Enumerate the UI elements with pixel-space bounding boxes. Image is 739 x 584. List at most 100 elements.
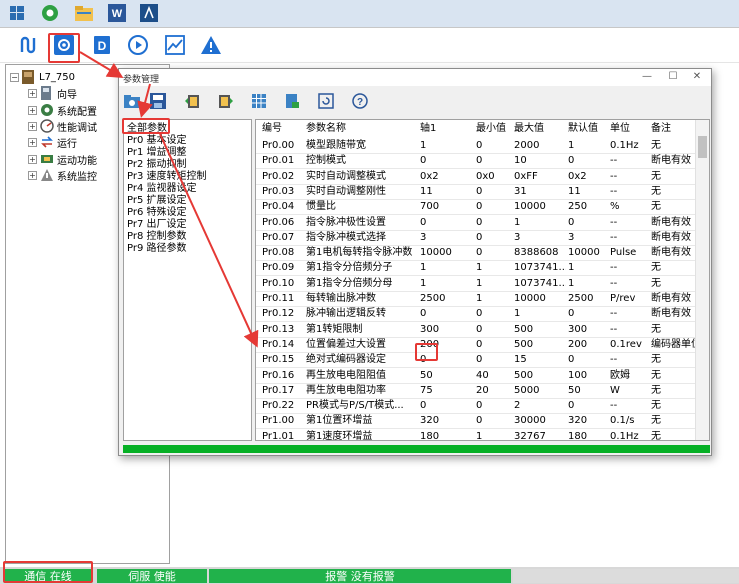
column-header[interactable]: 备注 [651,121,671,137]
group-item-pr6[interactable]: Pr6 特殊设定 [127,207,187,219]
table-cell: 0.1/s [610,415,635,427]
axis1-value-cell[interactable]: 50 [420,368,474,384]
minimize-button[interactable]: — [639,71,655,83]
column-header[interactable]: 默认值 [568,121,598,137]
word-icon[interactable]: W [108,4,126,22]
expand-icon[interactable]: + [28,121,37,131]
tree-item-performance-tuning[interactable]: + 性能调试 [28,118,97,134]
axis1-value-cell[interactable]: 0 [420,215,474,231]
tree-item-wizard[interactable]: + 向导 [28,85,77,101]
tree-item-run[interactable]: + 运行 [28,134,77,150]
axis1-value-cell[interactable]: 0 [420,153,474,169]
axis1-value-cell[interactable]: 0 [420,398,474,414]
axis1-value-cell[interactable]: 300 [420,322,474,338]
svg-text:?: ? [357,97,363,108]
tree-root-label: L7_750 [39,71,76,83]
table-cell: 0 [476,231,483,243]
column-header[interactable]: 最大值 [514,121,544,137]
expand-icon[interactable]: + [28,154,37,164]
table-cell: Pr0.06 [262,216,295,228]
table-cell: 1 [476,277,483,289]
axis1-value-cell[interactable]: 700 [420,199,474,215]
axis1-value-cell[interactable]: 1 [420,276,474,292]
scrollbar-thumb[interactable] [698,136,707,158]
group-item-pr9[interactable]: Pr9 路径参数 [127,243,187,255]
file-explorer-icon[interactable] [75,4,93,22]
expand-icon[interactable]: + [28,137,37,147]
axis1-value-cell[interactable]: 11 [420,184,474,200]
table-cell: Pr0.00 [262,140,295,151]
group-item-pr5[interactable]: Pr5 扩展设定 [127,195,187,207]
table-cell: Pr0.16 [262,369,295,381]
column-header[interactable]: 轴1 [420,121,436,137]
group-item-pr2[interactable]: Pr2 振动抑制 [127,159,187,171]
table-cell: 8388608 [514,247,559,259]
tree-item-label: 运行 [57,138,77,150]
axis1-value-cell[interactable]: 0 [420,306,474,322]
group-item-pr0[interactable]: Pr0 基本设定 [127,135,187,147]
axis1-value-cell[interactable]: 3 [420,230,474,246]
group-item-pr7[interactable]: Pr7 出厂设定 [127,219,187,231]
dialog-title-bar[interactable]: 参数管理 — ☐ ✕ [119,69,711,86]
alarm-warning-icon[interactable] [199,33,223,57]
axis1-value-cell[interactable]: 10000 [420,245,474,261]
drive-app-icon[interactable] [140,4,158,22]
column-header[interactable]: 最小值 [476,121,506,137]
open-icon[interactable] [123,92,141,110]
table-cell: 1073741... [514,262,566,274]
table-cell: 1 [514,308,521,320]
axis1-value-cell[interactable]: 75 [420,383,474,399]
table-cell: 1 [476,293,483,304]
axis1-value-cell[interactable]: 1 [420,138,474,154]
run-icon[interactable] [126,33,150,57]
tree-item-system-config[interactable]: + 系统配置 [28,102,97,118]
expand-icon[interactable]: + [28,170,37,180]
help-icon[interactable]: ? [351,92,369,110]
monitor-chart-icon[interactable] [163,33,187,57]
reset-icon[interactable] [317,92,335,110]
table-cell: -- [610,155,618,167]
parameter-management-dialog: 参数管理 — ☐ ✕ ? 全部参数 Pr0 基本设定 Pr1 增益调整 Pr2 … [118,68,712,456]
tree-root-node[interactable]: − L7_750 [10,69,75,85]
table-cell: 180 [568,430,588,441]
connect-icon[interactable] [16,33,40,57]
windows-taskbar: W [0,0,739,27]
collapse-icon[interactable]: − [10,72,19,82]
vertical-scrollbar[interactable] [695,120,709,440]
group-item-pr3[interactable]: Pr3 速度转矩控制 [127,171,207,183]
axis1-value-cell[interactable]: 320 [420,413,474,429]
group-item-pr1[interactable]: Pr1 增益调整 [127,147,187,159]
table-cell: 0 [568,155,575,167]
column-header[interactable]: 单位 [610,121,630,137]
axis1-value-cell[interactable]: 0x2 [420,169,474,185]
close-button[interactable]: ✕ [689,71,705,83]
table-cell: -- [610,277,618,289]
table-cell: Pr0.01 [262,155,295,167]
download-icon[interactable] [217,92,235,110]
table-cell: 3 [514,231,521,243]
column-header[interactable]: 参数名称 [306,121,346,137]
tree-item-system-monitor[interactable]: + 系统监控 [28,167,97,183]
table-cell: 实时自动调整刚性 [306,185,386,197]
grid-icon[interactable] [250,92,268,110]
upload-icon[interactable] [183,92,201,110]
column-header[interactable]: 编号 [262,121,282,137]
drive-icon[interactable]: D [90,33,114,57]
save-icon[interactable] [149,92,167,110]
maximize-button[interactable]: ☐ [665,71,681,83]
group-item-pr8[interactable]: Pr8 控制参数 [127,231,187,243]
axis1-value-cell[interactable]: 2500 [420,291,474,307]
expand-icon[interactable]: + [28,88,37,98]
import-icon[interactable] [283,92,301,110]
tree-item-motion-function[interactable]: + 运动功能 [28,151,97,167]
windows-icon[interactable] [8,4,26,22]
table-cell: Pr0.13 [262,323,295,335]
main-toolbar: D [0,28,739,62]
dialog-title: 参数管理 [123,75,160,85]
expand-icon[interactable]: + [28,105,37,115]
axis1-value-cell[interactable]: 1 [420,260,474,276]
axis1-value-cell[interactable]: 180 [420,429,474,440]
browser-icon[interactable] [41,4,59,22]
group-item-pr4[interactable]: Pr4 监视器设定 [127,183,197,195]
table-cell: 2000 [514,140,540,151]
